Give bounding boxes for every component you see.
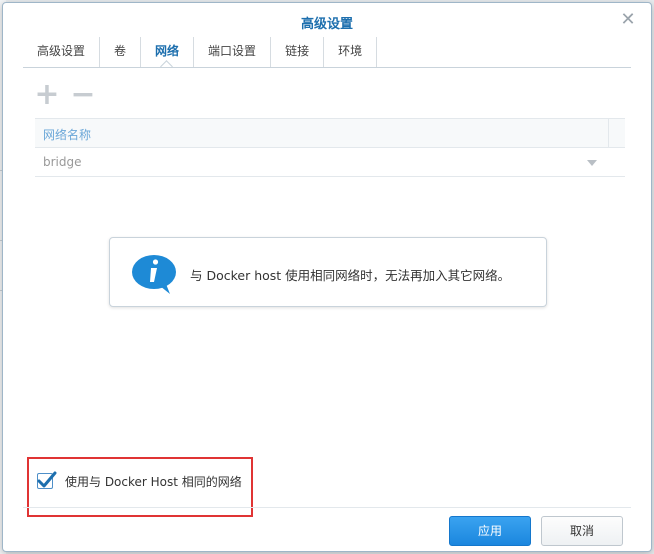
tab-volume[interactable]: 卷 [100, 37, 142, 67]
chevron-down-icon[interactable] [587, 160, 597, 166]
info-message-text: 与 Docker host 使用相同网络时，无法再加入其它网络。 [190, 268, 511, 283]
apply-button[interactable]: 应用 [449, 516, 531, 546]
grid-header: 网络名称 [35, 118, 625, 148]
dialog-title: 高级设置 [300, 17, 353, 32]
tab-divider [23, 67, 631, 68]
column-separator [608, 119, 609, 147]
close-icon[interactable]: ✕ [619, 11, 637, 29]
advanced-settings-dialog: 高级设置 ✕ 高级设置 卷 网络 端口设置 链接 环境 + − 网络名称 bri… [2, 2, 652, 552]
table-row[interactable]: bridge [35, 148, 625, 177]
info-message-box: 与 Docker host 使用相同网络时，无法再加入其它网络。 [109, 237, 547, 307]
network-toolbar: + − [33, 80, 97, 110]
add-network-button[interactable]: + [33, 80, 61, 110]
network-grid: 网络名称 bridge [35, 118, 625, 177]
tab-advanced-settings[interactable]: 高级设置 [23, 37, 101, 67]
info-bubble-icon [132, 255, 176, 294]
tab-network[interactable]: 网络 [141, 37, 195, 67]
use-host-network-checkbox[interactable] [37, 471, 57, 489]
cancel-button[interactable]: 取消 [541, 516, 623, 546]
tab-environment[interactable]: 环境 [324, 37, 378, 67]
use-host-network-row: 使用与 Docker Host 相同的网络 [37, 471, 242, 491]
network-name-cell: bridge [43, 155, 82, 169]
tab-port-settings[interactable]: 端口设置 [194, 37, 272, 67]
remove-network-button[interactable]: − [69, 80, 97, 110]
dialog-titlebar: 高级设置 ✕ [3, 3, 651, 37]
checkmark-icon [37, 471, 57, 488]
footer-divider [23, 507, 631, 508]
tab-bar: 高级设置 卷 网络 端口设置 链接 环境 [23, 37, 378, 67]
column-header-network-name[interactable]: 网络名称 [43, 126, 91, 143]
use-host-network-label[interactable]: 使用与 Docker Host 相同的网络 [65, 473, 242, 490]
tab-links[interactable]: 链接 [271, 37, 325, 67]
